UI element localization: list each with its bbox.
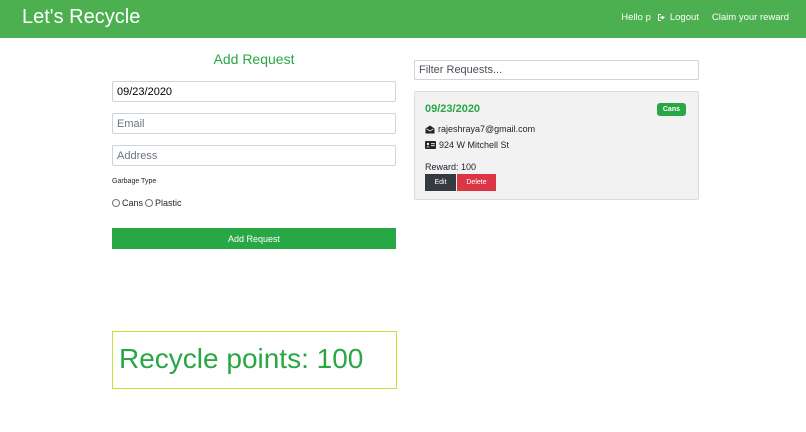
- request-address: 924 W Mitchell St: [439, 140, 510, 150]
- option-plastic[interactable]: Plastic: [145, 198, 182, 208]
- date-field[interactable]: [112, 81, 396, 102]
- recycle-points-text: Recycle points: 100: [119, 343, 364, 374]
- request-email: rajeshraya7@gmail.com: [438, 124, 536, 134]
- request-card: 09/23/2020 Cans rajeshraya7@gmail.com 92…: [414, 91, 699, 200]
- request-reward: Reward: 100: [425, 162, 477, 172]
- add-request-button[interactable]: Add Request: [112, 228, 396, 249]
- delete-button[interactable]: Delete: [457, 174, 496, 191]
- edit-button[interactable]: Edit: [425, 174, 456, 191]
- nav-right: Hello p Logout Claim your reward: [621, 12, 789, 23]
- claim-reward-link[interactable]: Claim your reward: [712, 12, 789, 23]
- address-card-icon: [425, 141, 436, 149]
- radio-cans[interactable]: [112, 199, 120, 207]
- add-request-title: Add Request: [213, 51, 295, 67]
- request-address-line: 924 W Mitchell St: [425, 140, 509, 150]
- option-cans-label: Cans: [122, 198, 144, 208]
- option-cans[interactable]: Cans: [112, 198, 143, 208]
- garbage-type-label: Garbage Type: [112, 178, 157, 185]
- sign-out-icon: [657, 14, 665, 21]
- logout-label: Logout: [669, 12, 699, 23]
- user-greeting: Hello p: [621, 12, 651, 23]
- filter-requests-input[interactable]: [414, 60, 699, 80]
- brand-title[interactable]: Let's Recycle: [22, 6, 140, 29]
- email-field[interactable]: [112, 113, 396, 134]
- option-plastic-label: Plastic: [155, 198, 182, 208]
- recycle-points-box: Recycle points: 100: [112, 331, 397, 389]
- request-actions: Edit Delete: [425, 174, 496, 191]
- navbar: Let's Recycle Hello p Logout Claim your …: [0, 0, 806, 38]
- logout-link[interactable]: Logout: [657, 12, 699, 23]
- garbage-type-badge: Cans: [656, 103, 686, 116]
- garbage-type-options: Cans Plastic: [112, 198, 184, 208]
- address-field[interactable]: [112, 145, 396, 166]
- envelope-open-icon: [425, 125, 435, 133]
- request-email-line: rajeshraya7@gmail.com: [425, 124, 535, 134]
- radio-plastic[interactable]: [145, 199, 154, 207]
- request-date: 09/23/2020: [425, 103, 481, 115]
